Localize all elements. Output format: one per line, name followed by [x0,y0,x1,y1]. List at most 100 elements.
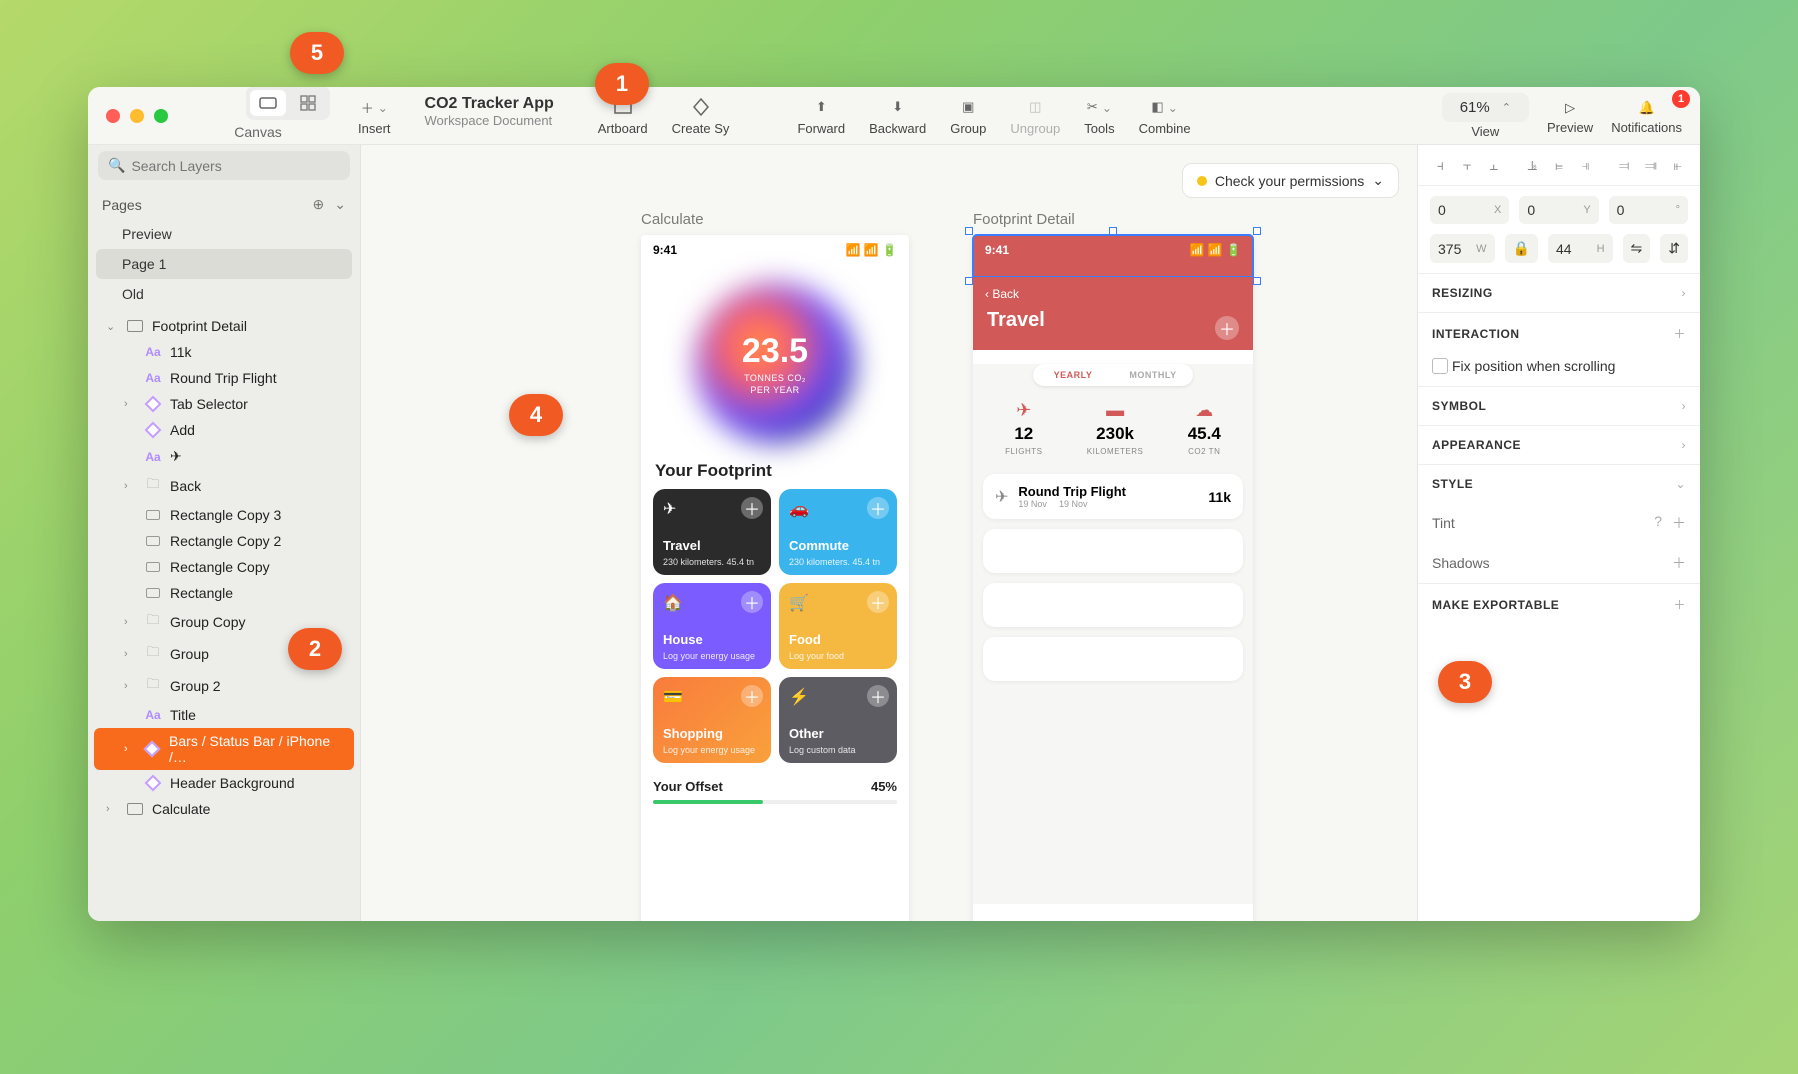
layer-row[interactable]: Header Background [94,770,354,796]
layer-row[interactable]: Rectangle Copy [94,554,354,580]
align-bottom-icon[interactable]: ⫣ [1575,155,1596,175]
search-input[interactable] [131,158,340,174]
footprint-card[interactable]: 🛒＋FoodLog your food [779,583,897,669]
align-center-h-icon[interactable]: ⫟ [1457,155,1478,175]
width-field[interactable]: 375W [1430,234,1495,263]
layer-row[interactable]: ›🗀Group 2 [94,670,354,702]
layer-row[interactable]: Rectangle [94,580,354,606]
help-icon[interactable]: ? [1654,513,1662,533]
trip-row[interactable]: ✈︎ Round Trip Flight19 Nov19 Nov 11k [983,474,1243,519]
footprint-card[interactable]: ⚡＋OtherLog custom data [779,677,897,763]
distribute-h-icon[interactable]: ⫤ [1614,155,1635,175]
page-item-old[interactable]: Old [96,279,352,309]
lock-aspect-icon[interactable]: 🔒 [1505,234,1538,263]
tint-row[interactable]: Tint?＋ [1418,503,1700,543]
zoom-window-button[interactable] [154,109,168,123]
add-tint-icon[interactable]: ＋ [1672,513,1686,533]
add-icon[interactable]: ＋ [741,685,763,707]
layer-row[interactable]: ›🗀Back [94,470,354,502]
canvas-label: Canvas [234,120,281,146]
layer-row[interactable]: AaTitle [94,702,354,728]
footprint-card[interactable]: ✈︎＋Travel230 kilometers. 45.4 tn [653,489,771,575]
artboard-label-footprint-detail[interactable]: Footprint Detail [973,211,1075,228]
flip-v-icon[interactable]: ⇵ [1660,234,1688,263]
height-field[interactable]: 44H [1548,234,1613,263]
forward-tool[interactable]: ⬆Forward [797,95,845,136]
header-selected[interactable]: 9:41📶 📶 🔋 [973,235,1253,277]
pages-chevron-icon[interactable]: ⌄ [334,196,346,213]
layer-row[interactable]: ⌄Footprint Detail [94,313,354,339]
close-window-button[interactable] [106,109,120,123]
create-symbol-tool[interactable]: Create Sy [672,95,730,136]
combine-tool[interactable]: ◧ Combine [1139,95,1191,136]
view-mode-segmented[interactable] [246,87,330,120]
artboard-calculate[interactable]: 9:41📶 📶 🔋 23.5 TONNES CO₂ PER YEAR Your … [641,235,909,921]
insert-tool[interactable]: ＋ Insert [358,95,391,136]
search-layers[interactable]: 🔍 [98,151,350,180]
page-item-preview[interactable]: Preview [96,219,352,249]
layer-row[interactable]: ›Calculate [94,796,354,822]
layer-row[interactable]: Aa✈︎ [94,443,354,470]
artboard-label-calculate[interactable]: Calculate [641,211,704,228]
page-item-page1[interactable]: Page 1 [96,249,352,279]
canvas[interactable]: Check your permissions ⌄ Calculate 9:41📶… [361,145,1417,921]
layer-row[interactable]: Rectangle Copy 3 [94,502,354,528]
alignment-controls[interactable]: ⫞ ⫟ ⫠ ⫡ ⫢⫣ ⫤ ⫥⫦ [1418,145,1700,186]
ungroup-tool: ◫Ungroup [1010,95,1060,136]
back-button[interactable]: ‹ Back [973,281,1253,305]
layer-row[interactable]: Rectangle Copy 2 [94,528,354,554]
group-tool[interactable]: ▣Group [950,95,986,136]
align-left-icon[interactable]: ⫞ [1430,155,1451,175]
layer-row[interactable]: Aa11k [94,339,354,365]
notifications-button[interactable]: 🔔 Notifications 1 [1611,96,1682,135]
add-icon[interactable]: ＋ [867,497,889,519]
add-icon[interactable]: ＋ [741,591,763,613]
footprint-card[interactable]: 💳＋ShoppingLog your energy usage [653,677,771,763]
warning-dot-icon [1197,176,1207,186]
callout-1: 1 [595,63,649,105]
layer-row[interactable]: ›Tab Selector [94,391,354,417]
interaction-section[interactable]: INTERACTION＋ [1418,312,1700,354]
style-section[interactable]: STYLE⌄ [1418,464,1700,503]
footprint-card[interactable]: 🚗＋Commute230 kilometers. 45.4 tn [779,489,897,575]
permissions-pill[interactable]: Check your permissions ⌄ [1182,163,1399,198]
tools-tool[interactable]: ✂ Tools [1084,95,1114,136]
rotation-field[interactable]: 0° [1609,196,1688,224]
preview-button[interactable]: ▷Preview [1547,96,1593,135]
layer-row[interactable]: Add [94,417,354,443]
add-icon[interactable]: ＋ [741,497,763,519]
components-view-icon[interactable] [290,90,326,116]
add-shadow-icon[interactable]: ＋ [1672,553,1686,573]
add-icon[interactable]: ＋ [1215,316,1239,340]
artboard-footprint-detail[interactable]: 9:41📶 📶 🔋 ‹ Back Travel ＋ YEARLY MO [973,235,1253,921]
canvas-view-icon[interactable] [250,90,286,116]
resizing-section[interactable]: RESIZING› [1418,273,1700,312]
backward-tool[interactable]: ⬇Backward [869,95,926,136]
layer-row[interactable]: AaRound Trip Flight [94,365,354,391]
align-center-v-icon[interactable]: ⫢ [1549,155,1570,175]
add-icon[interactable]: ＋ [867,685,889,707]
fix-position-checkbox[interactable]: Fix position when scrolling [1418,354,1700,386]
shadows-row[interactable]: Shadows＋ [1418,543,1700,583]
footprint-card[interactable]: 🏠＋HouseLog your energy usage [653,583,771,669]
add-page-icon[interactable]: ⊕ [313,196,325,213]
tidy-icon[interactable]: ⫦ [1667,155,1688,175]
tab-selector[interactable]: YEARLY MONTHLY [1033,364,1193,386]
add-icon[interactable]: ＋ [867,591,889,613]
exportable-section[interactable]: MAKE EXPORTABLE＋ [1418,583,1700,625]
align-top-icon[interactable]: ⫡ [1522,155,1543,175]
x-field[interactable]: 0X [1430,196,1509,224]
layers-panel: ⌄Footprint DetailAa11kAaRound Trip Fligh… [88,309,360,921]
layer-row[interactable]: ›Bars / Status Bar / iPhone /… [94,728,354,770]
symbol-section[interactable]: SYMBOL› [1418,386,1700,425]
flip-h-icon[interactable]: ⇋ [1623,234,1651,263]
appearance-section[interactable]: APPEARANCE› [1418,425,1700,464]
titlebar: Canvas ＋ Insert CO2 Tracker App Workspac… [88,87,1700,145]
zoom-dropdown[interactable]: 61%⌃ [1442,93,1529,122]
align-right-icon[interactable]: ⫠ [1484,155,1505,175]
screen-title: Travel [973,305,1253,336]
distribute-v-icon[interactable]: ⫥ [1641,155,1662,175]
y-field[interactable]: 0Y [1519,196,1598,224]
callout-5: 5 [290,32,344,74]
minimize-window-button[interactable] [130,109,144,123]
